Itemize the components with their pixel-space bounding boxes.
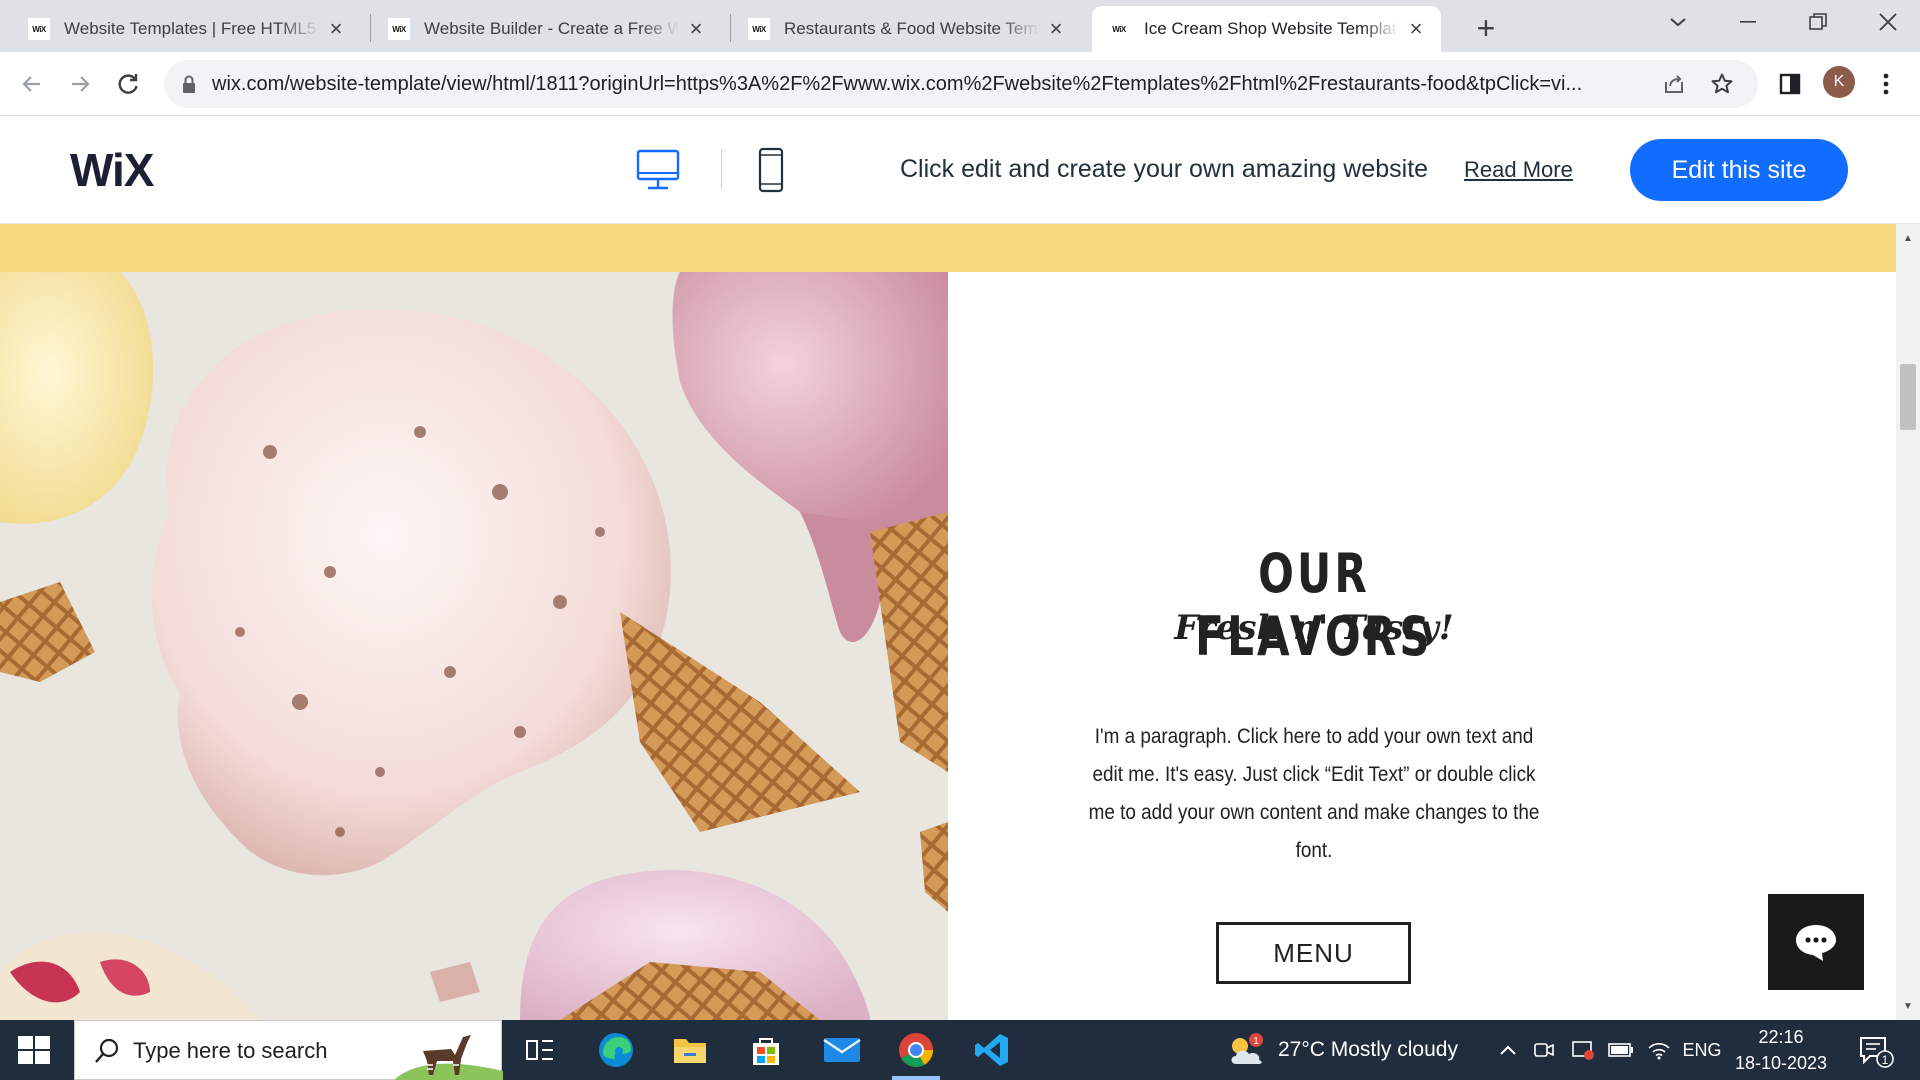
tab-title: Website Builder - Create a Free Website xyxy=(424,19,679,38)
lock-icon[interactable] xyxy=(178,73,200,95)
read-more-link[interactable]: Read More xyxy=(1464,157,1573,183)
security-status-icon[interactable] xyxy=(1568,1020,1598,1080)
mobile-view-icon[interactable] xyxy=(758,147,784,193)
wix-favicon-icon: WiX xyxy=(28,18,50,40)
wix-favicon-icon: WiX xyxy=(1108,18,1130,40)
battery-icon[interactable] xyxy=(1606,1020,1636,1080)
search-placeholder: Type here to search xyxy=(133,1038,328,1063)
tab-title: Website Templates | Free HTML5 Website T… xyxy=(64,19,319,38)
menu-button[interactable]: MENU xyxy=(1216,922,1411,984)
desktop-view-icon[interactable] xyxy=(636,149,680,191)
language-indicator[interactable]: ENG xyxy=(1682,1020,1722,1080)
clock-date: 18-10-2023 xyxy=(1734,1053,1828,1073)
new-tab-button[interactable]: + xyxy=(1468,10,1504,46)
forward-button[interactable] xyxy=(60,64,100,104)
show-hidden-icons-chevron-icon[interactable] xyxy=(1494,1020,1522,1080)
scroll-down-arrow-icon[interactable]: ▼ xyxy=(1896,996,1920,1016)
tab-divider xyxy=(370,14,371,42)
browser-toolbar: wix.com/website-template/view/html/1811?… xyxy=(0,52,1920,116)
browser-tab-strip: WiX Website Templates | Free HTML5 Websi… xyxy=(0,0,1920,52)
wix-logo[interactable]: WiX xyxy=(70,143,154,197)
file-explorer-icon[interactable] xyxy=(658,1024,722,1076)
tab-title: Restaurants & Food Website Templates xyxy=(784,19,1039,38)
section-title[interactable]: OUR FLAVORS xyxy=(1155,542,1473,668)
section-subtitle[interactable]: Fresh n' Tasty! xyxy=(1114,608,1514,648)
windows-start-icon[interactable] xyxy=(16,1034,52,1066)
wix-template-header: WiX Click edit and create your own amazi… xyxy=(0,117,1920,224)
device-divider xyxy=(721,149,722,189)
profile-avatar[interactable]: K xyxy=(1823,66,1855,98)
share-icon[interactable] xyxy=(1660,70,1688,98)
tab-close-icon[interactable]: × xyxy=(325,16,347,41)
tab-search-chevron-icon[interactable] xyxy=(1646,0,1710,44)
weather-widget[interactable]: 1 27°C Mostly cloudy xyxy=(1226,1020,1458,1080)
page-scrollbar[interactable]: ▲ ▼ xyxy=(1896,224,1920,1020)
meet-now-icon[interactable] xyxy=(1530,1020,1558,1080)
weather-text: 27°C Mostly cloudy xyxy=(1278,1038,1458,1061)
chat-bubble-icon xyxy=(1796,925,1836,961)
template-preview: OUR FLAVORS Fresh n' Tasty! I'm a paragr… xyxy=(0,224,1896,1020)
close-window-button[interactable] xyxy=(1856,0,1920,44)
ice-cream-photo xyxy=(0,272,948,1020)
taskbar-search-box[interactable]: Type here to search xyxy=(74,1020,503,1080)
url-text[interactable]: wix.com/website-template/view/html/1811?… xyxy=(212,60,1632,108)
section-paragraph[interactable]: I'm a paragraph. Click here to add your … xyxy=(1085,718,1542,870)
tab-divider xyxy=(730,14,731,42)
notification-count: 1 xyxy=(1882,1053,1889,1067)
system-clock[interactable]: 22:16 18-10-2023 xyxy=(1726,1024,1836,1076)
browser-tab[interactable]: WiX Website Templates | Free HTML5 Websi… xyxy=(12,6,361,52)
address-bar[interactable]: wix.com/website-template/view/html/1811?… xyxy=(164,60,1758,108)
partly-cloudy-icon: 1 xyxy=(1231,1033,1263,1064)
clock-time: 22:16 xyxy=(1758,1027,1804,1047)
promo-text: Click edit and create your own amazing w… xyxy=(900,155,1429,183)
search-icon xyxy=(95,1038,119,1063)
more-menu-icon[interactable] xyxy=(1866,64,1906,104)
scroll-thumb[interactable] xyxy=(1900,364,1916,430)
vscode-icon[interactable] xyxy=(960,1024,1024,1076)
wix-favicon-icon: WiX xyxy=(388,18,410,40)
edge-browser-icon[interactable] xyxy=(584,1024,648,1076)
notification-center-icon[interactable]: 1 xyxy=(1858,1034,1894,1068)
browser-tab-active[interactable]: WiX Ice Cream Shop Website Template × xyxy=(1092,6,1441,52)
browser-tab[interactable]: WiX Restaurants & Food Website Templates… xyxy=(732,6,1081,52)
bookmark-star-icon[interactable] xyxy=(1708,70,1736,98)
back-button[interactable] xyxy=(12,64,52,104)
minimize-button[interactable] xyxy=(1716,0,1780,44)
task-view-icon[interactable] xyxy=(508,1024,572,1076)
wifi-icon[interactable] xyxy=(1644,1020,1674,1080)
tab-close-icon[interactable]: × xyxy=(1045,16,1067,41)
tab-close-icon[interactable]: × xyxy=(1405,16,1427,41)
mail-icon[interactable] xyxy=(810,1024,874,1076)
tab-title: Ice Cream Shop Website Template xyxy=(1144,19,1399,38)
chrome-browser-icon[interactable] xyxy=(884,1024,948,1080)
scroll-up-arrow-icon[interactable]: ▲ xyxy=(1896,228,1920,248)
search-highlight-okapi-icon xyxy=(394,1035,503,1080)
restore-button[interactable] xyxy=(1786,0,1850,44)
wix-favicon-icon: WiX xyxy=(748,18,770,40)
side-panel-icon[interactable] xyxy=(1770,64,1810,104)
reload-button[interactable] xyxy=(108,64,148,104)
windows-taskbar: Type here to search 1 27°C Mostly cloudy… xyxy=(0,1020,1920,1080)
edit-this-site-button[interactable]: Edit this site xyxy=(1630,139,1848,201)
browser-tab[interactable]: WiX Website Builder - Create a Free Webs… xyxy=(372,6,721,52)
weather-alert-badge: 1 xyxy=(1253,1036,1259,1047)
tab-close-icon[interactable]: × xyxy=(685,16,707,41)
yellow-band xyxy=(0,224,1896,272)
chat-button[interactable] xyxy=(1768,894,1864,990)
microsoft-store-icon[interactable] xyxy=(734,1024,798,1076)
